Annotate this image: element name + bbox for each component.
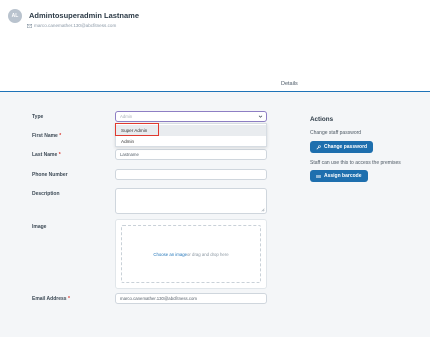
last-name-field[interactable]: Lastname xyxy=(115,149,267,160)
phone-field[interactable] xyxy=(115,169,267,180)
user-email: marco.canemather.130@abcfitness.com xyxy=(34,23,117,28)
actions-title: Actions xyxy=(310,116,334,123)
type-select-value: Admin xyxy=(120,114,133,119)
barcode-icon xyxy=(316,174,321,178)
first-name-label: First Name * xyxy=(32,133,62,139)
last-name-label: Last Name * xyxy=(32,152,61,158)
option-super-admin[interactable]: Super Admin xyxy=(116,125,266,136)
required-mark: * xyxy=(59,133,62,139)
mail-icon xyxy=(27,24,32,28)
tab-details[interactable]: Details xyxy=(281,81,298,87)
user-name: Admintosuperadmin Lastname xyxy=(29,11,140,20)
assign-barcode-text: Staff can use this to access the premise… xyxy=(310,160,401,166)
description-field[interactable] xyxy=(115,188,267,214)
required-mark: * xyxy=(67,296,70,302)
phone-label: Phone Number xyxy=(32,172,68,178)
change-password-text: Change staff password xyxy=(310,130,362,136)
option-admin[interactable]: Admin xyxy=(116,136,266,147)
email-field[interactable]: marco.canemather.130@abcfitness.com xyxy=(115,293,267,304)
choose-image-link[interactable]: Choose an image xyxy=(153,252,187,257)
image-dropzone[interactable]: Choose an image or drag and drop here xyxy=(115,219,267,289)
wrench-icon xyxy=(316,144,321,149)
image-label: Image xyxy=(32,224,47,230)
profile-header: AL Admintosuperadmin Lastname marco.cane… xyxy=(0,0,430,82)
assign-barcode-button[interactable]: Assign barcode xyxy=(310,170,368,182)
drop-hint-text: or drag and drop here xyxy=(187,251,229,257)
resize-grip-icon[interactable] xyxy=(261,208,265,212)
description-label: Description xyxy=(32,191,60,197)
chevron-down-icon xyxy=(258,115,263,118)
dropzone-area: Choose an image or drag and drop here xyxy=(121,225,261,283)
type-dropdown-menu: Super Admin Admin xyxy=(115,123,267,147)
required-mark: * xyxy=(58,152,61,158)
type-label: Type xyxy=(32,114,44,120)
email-label: Email Address * xyxy=(32,296,70,302)
avatar: AL xyxy=(8,9,22,23)
type-select[interactable]: Admin xyxy=(115,111,267,122)
change-password-button[interactable]: Change password xyxy=(310,141,374,153)
